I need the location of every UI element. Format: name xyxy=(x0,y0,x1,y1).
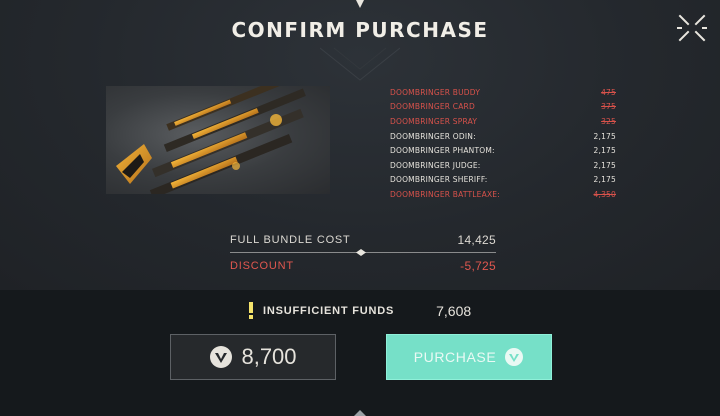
bundle-item-row: DOOMBRINGER BATTLEAXE: 4,350 xyxy=(390,187,616,202)
full-bundle-cost-value: 14,425 xyxy=(457,233,496,247)
cost-summary: FULL BUNDLE COST 14,425 DISCOUNT -5,725 xyxy=(230,232,496,274)
full-bundle-cost-row: FULL BUNDLE COST 14,425 xyxy=(230,232,496,248)
purchase-button[interactable]: PURCHASE xyxy=(386,334,552,380)
full-bundle-cost-label: FULL BUNDLE COST xyxy=(230,234,351,246)
item-price: 4,350 xyxy=(593,189,616,199)
item-name: DOOMBRINGER CARD xyxy=(390,102,475,112)
item-price: 325 xyxy=(601,116,616,126)
item-name: DOOMBRINGER PHANTOM: xyxy=(390,146,495,156)
chevron-divider-icon xyxy=(320,47,400,81)
buy-points-button[interactable]: 8,700 xyxy=(170,334,336,380)
discount-row: DISCOUNT -5,725 xyxy=(230,258,496,274)
insufficient-funds-row: INSUFFICIENT FUNDS 7,608 xyxy=(246,300,486,322)
item-price: 475 xyxy=(601,87,616,97)
current-balance-value: 7,608 xyxy=(436,303,472,319)
item-price: 2,175 xyxy=(593,146,616,156)
warning-icon xyxy=(249,302,253,319)
discount-label: DISCOUNT xyxy=(230,260,294,272)
insufficient-funds-label: INSUFFICIENT FUNDS xyxy=(263,305,395,317)
item-name: DOOMBRINGER SHERIFF: xyxy=(390,175,488,185)
bundle-item-row: DOOMBRINGER CARD 375 xyxy=(390,100,616,115)
bundle-item-row: DOOMBRINGER SHERIFF: 2,175 xyxy=(390,173,616,188)
modal-title: CONFIRM PURCHASE xyxy=(231,18,489,42)
valorant-points-icon xyxy=(505,348,524,366)
bundle-preview-image xyxy=(106,86,330,194)
bundle-items-list: DOOMBRINGER BUDDY 475 DOOMBRINGER CARD 3… xyxy=(390,85,616,202)
item-name: DOOMBRINGER BUDDY xyxy=(390,87,481,97)
purchase-label: PURCHASE xyxy=(413,349,497,365)
item-price: 2,175 xyxy=(593,160,616,170)
bundle-item-row: DOOMBRINGER ODIN: 2,175 xyxy=(390,129,616,144)
price-amount: 8,700 xyxy=(241,344,297,369)
item-price: 2,175 xyxy=(593,131,616,141)
summary-divider xyxy=(230,248,496,258)
divider-marker-icon xyxy=(356,249,366,256)
close-icon[interactable] xyxy=(676,12,708,44)
item-price: 2,175 xyxy=(593,175,616,185)
bundle-item-row: DOOMBRINGER SPRAY 325 xyxy=(390,114,616,129)
discount-value: -5,725 xyxy=(460,259,496,273)
item-name: DOOMBRINGER ODIN: xyxy=(390,131,476,141)
item-name: DOOMBRINGER BATTLEAXE: xyxy=(390,189,500,199)
bundle-item-row: DOOMBRINGER PHANTOM: 2,175 xyxy=(390,143,616,158)
bundle-item-row: DOOMBRINGER JUDGE: 2,175 xyxy=(390,158,616,173)
item-name: DOOMBRINGER JUDGE: xyxy=(390,160,481,170)
item-name: DOOMBRINGER SPRAY xyxy=(390,116,478,126)
bundle-item-row: DOOMBRINGER BUDDY 475 xyxy=(390,85,616,100)
valorant-points-icon xyxy=(210,346,233,368)
item-price: 375 xyxy=(601,102,616,112)
